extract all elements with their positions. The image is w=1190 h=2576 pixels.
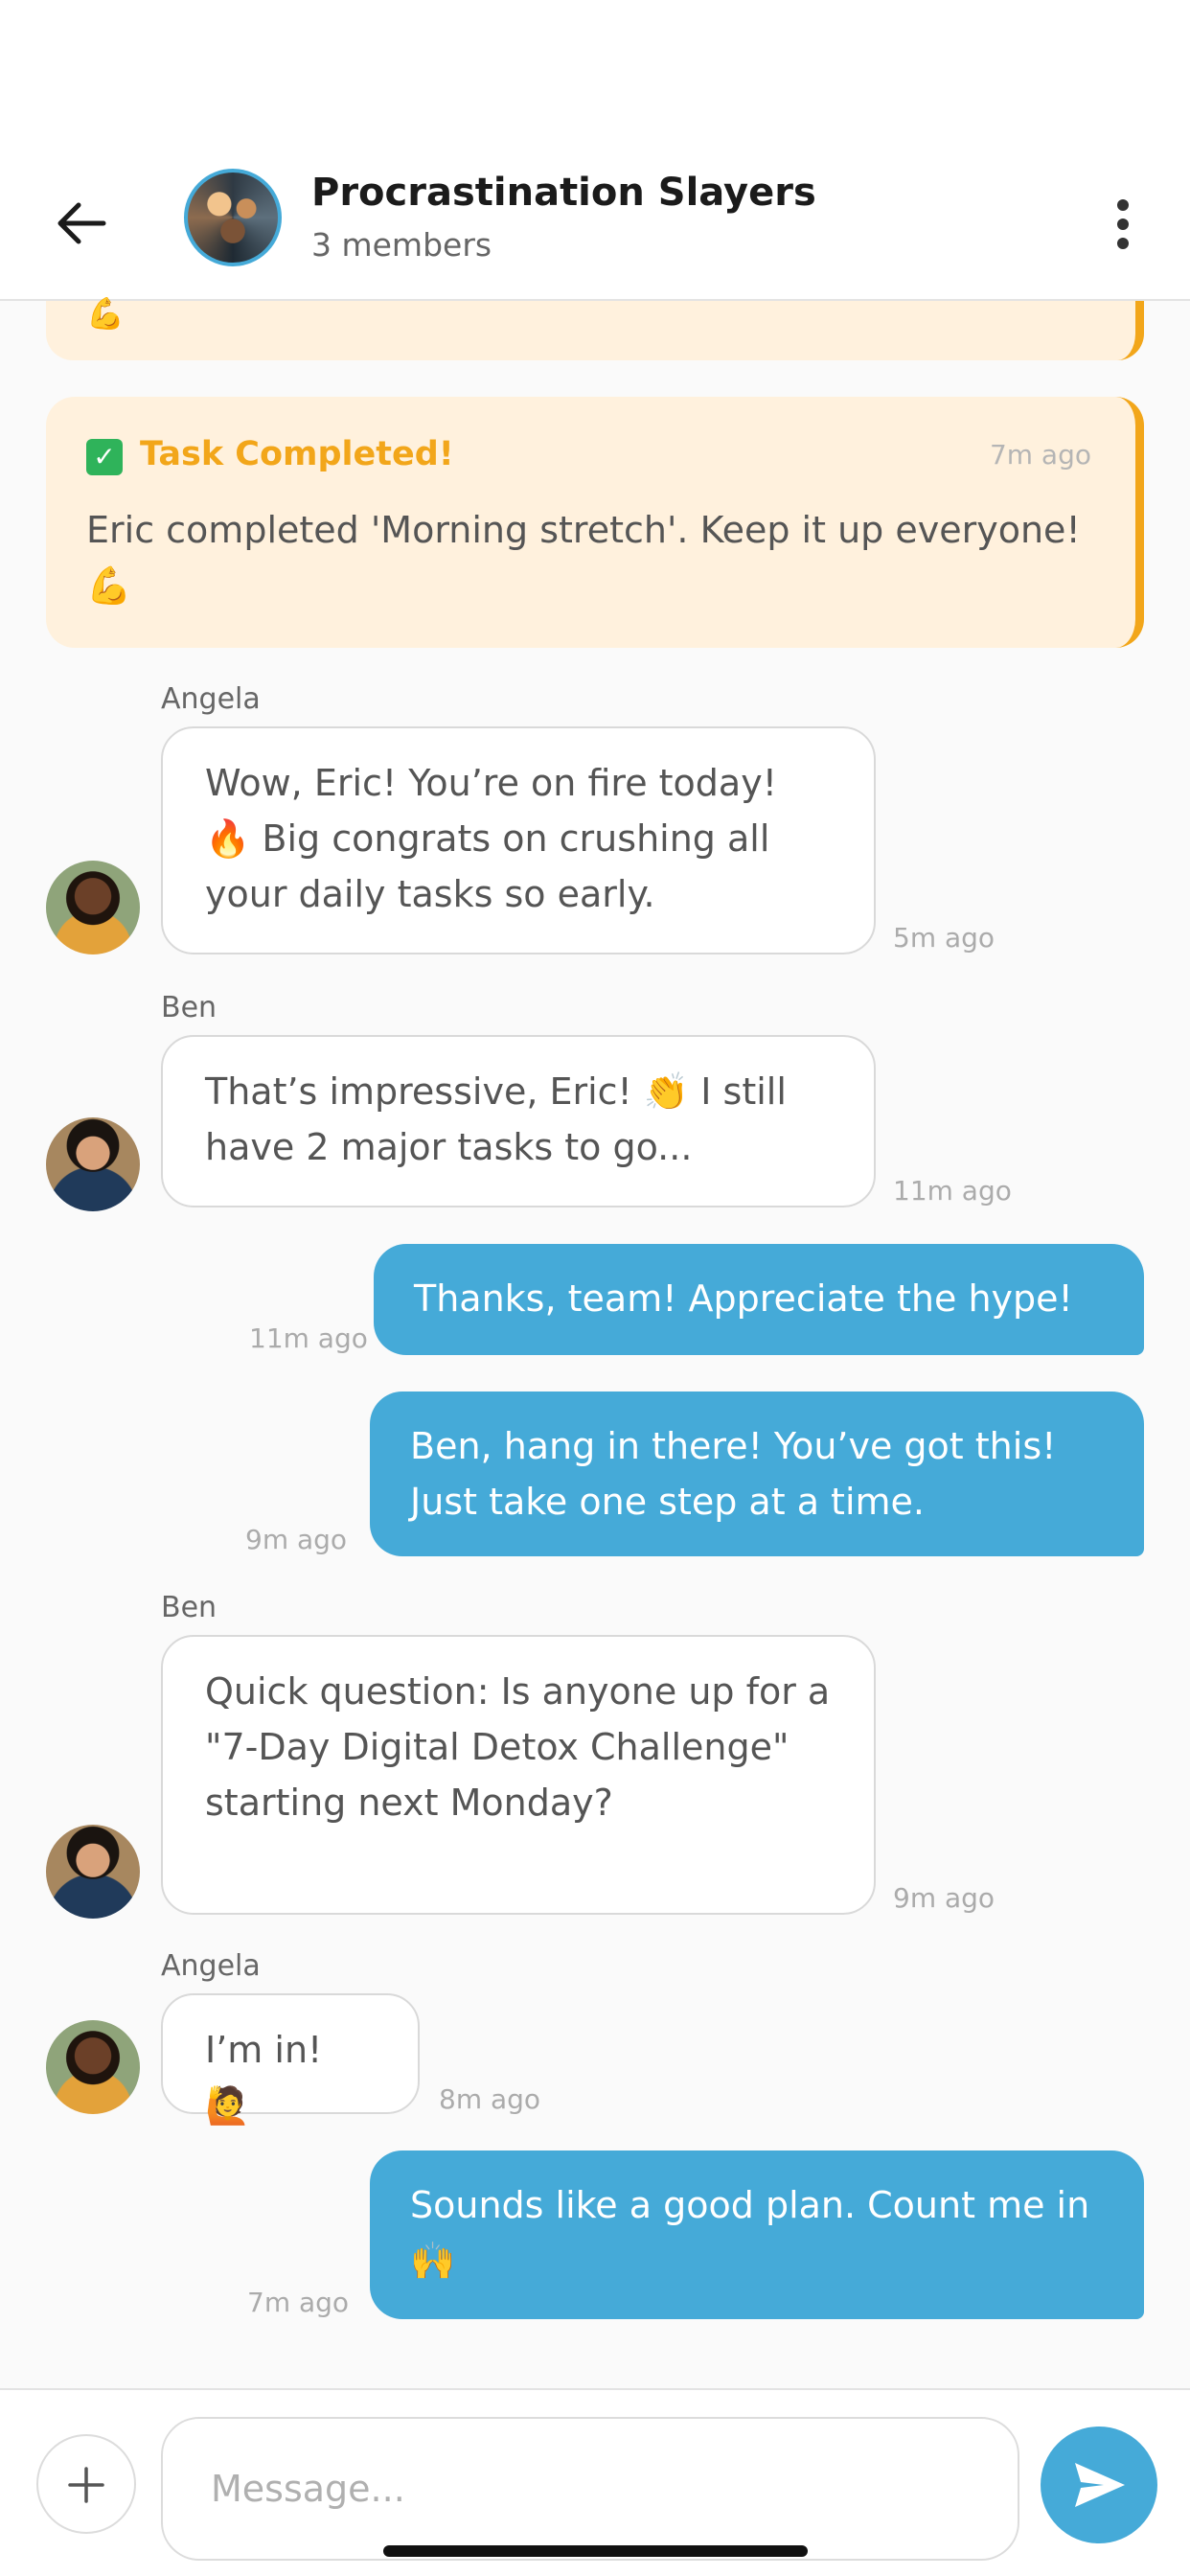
group-avatar[interactable]	[184, 169, 282, 266]
add-attachment-button[interactable]	[36, 2434, 136, 2534]
sender-name: Angela	[161, 682, 261, 716]
message-composer	[0, 2388, 1190, 2576]
back-button[interactable]	[48, 190, 115, 257]
plus-icon	[68, 2467, 104, 2503]
send-button[interactable]	[1041, 2426, 1157, 2543]
sender-name: Angela	[161, 1949, 261, 1983]
outgoing-message-bubble[interactable]: Ben, hang in there! You’ve got this! Jus…	[370, 1392, 1144, 1556]
message-time: 8m ago	[439, 2083, 541, 2115]
more-options-button[interactable]	[1102, 194, 1144, 255]
message-time: 11m ago	[893, 1175, 1012, 1207]
message-time: 5m ago	[893, 922, 995, 954]
message-time: 9m ago	[893, 1882, 995, 1914]
avatar-angela[interactable]	[46, 2020, 140, 2114]
sender-name: Ben	[161, 991, 217, 1024]
message-time: 9m ago	[245, 1524, 348, 1555]
partial-emoji: 💪	[86, 295, 125, 332]
system-message-partial: 💪	[46, 295, 1144, 360]
system-message-text: Eric completed 'Morning stretch'. Keep i…	[86, 509, 1081, 607]
status-bar	[0, 0, 1190, 153]
avatar-ben[interactable]	[46, 1825, 140, 1919]
group-title: Procrastination Slayers	[311, 171, 816, 215]
sender-name: Ben	[161, 1591, 217, 1624]
incoming-message-bubble[interactable]: That’s impressive, Eric! 👏 I still have …	[161, 1035, 876, 1208]
message-time: 11m ago	[249, 1322, 368, 1354]
incoming-message-bubble[interactable]: Wow, Eric! You’re on fire today! 🔥 Big c…	[161, 726, 876, 954]
send-icon	[1075, 2463, 1125, 2507]
outgoing-message-bubble[interactable]: Thanks, team! Appreciate the hype!	[374, 1244, 1144, 1355]
message-input[interactable]	[161, 2417, 1019, 2561]
home-indicator	[383, 2545, 808, 2557]
outgoing-message-bubble[interactable]: Sounds like a good plan. Count me in 🙌	[370, 2150, 1144, 2319]
chat-header: Procrastination Slayers 3 members	[0, 153, 1190, 301]
avatar-ben[interactable]	[46, 1117, 140, 1211]
incoming-message-bubble[interactable]: I’m in! 🙋	[161, 1993, 420, 2127]
arrow-left-icon	[57, 202, 106, 244]
system-message-time: 7m ago	[989, 439, 1091, 471]
system-message-title: Task Completed!	[140, 435, 454, 473]
more-vertical-icon	[1117, 199, 1129, 249]
incoming-message-bubble[interactable]: Quick question: Is anyone up for a "7-Da…	[161, 1635, 876, 1915]
member-count[interactable]: 3 members	[311, 226, 492, 264]
system-message-card: ✓ Task Completed! 7m ago Eric completed …	[46, 397, 1144, 648]
avatar-angela[interactable]	[46, 861, 140, 954]
message-time: 7m ago	[247, 2287, 350, 2318]
check-square-icon: ✓	[86, 439, 123, 475]
